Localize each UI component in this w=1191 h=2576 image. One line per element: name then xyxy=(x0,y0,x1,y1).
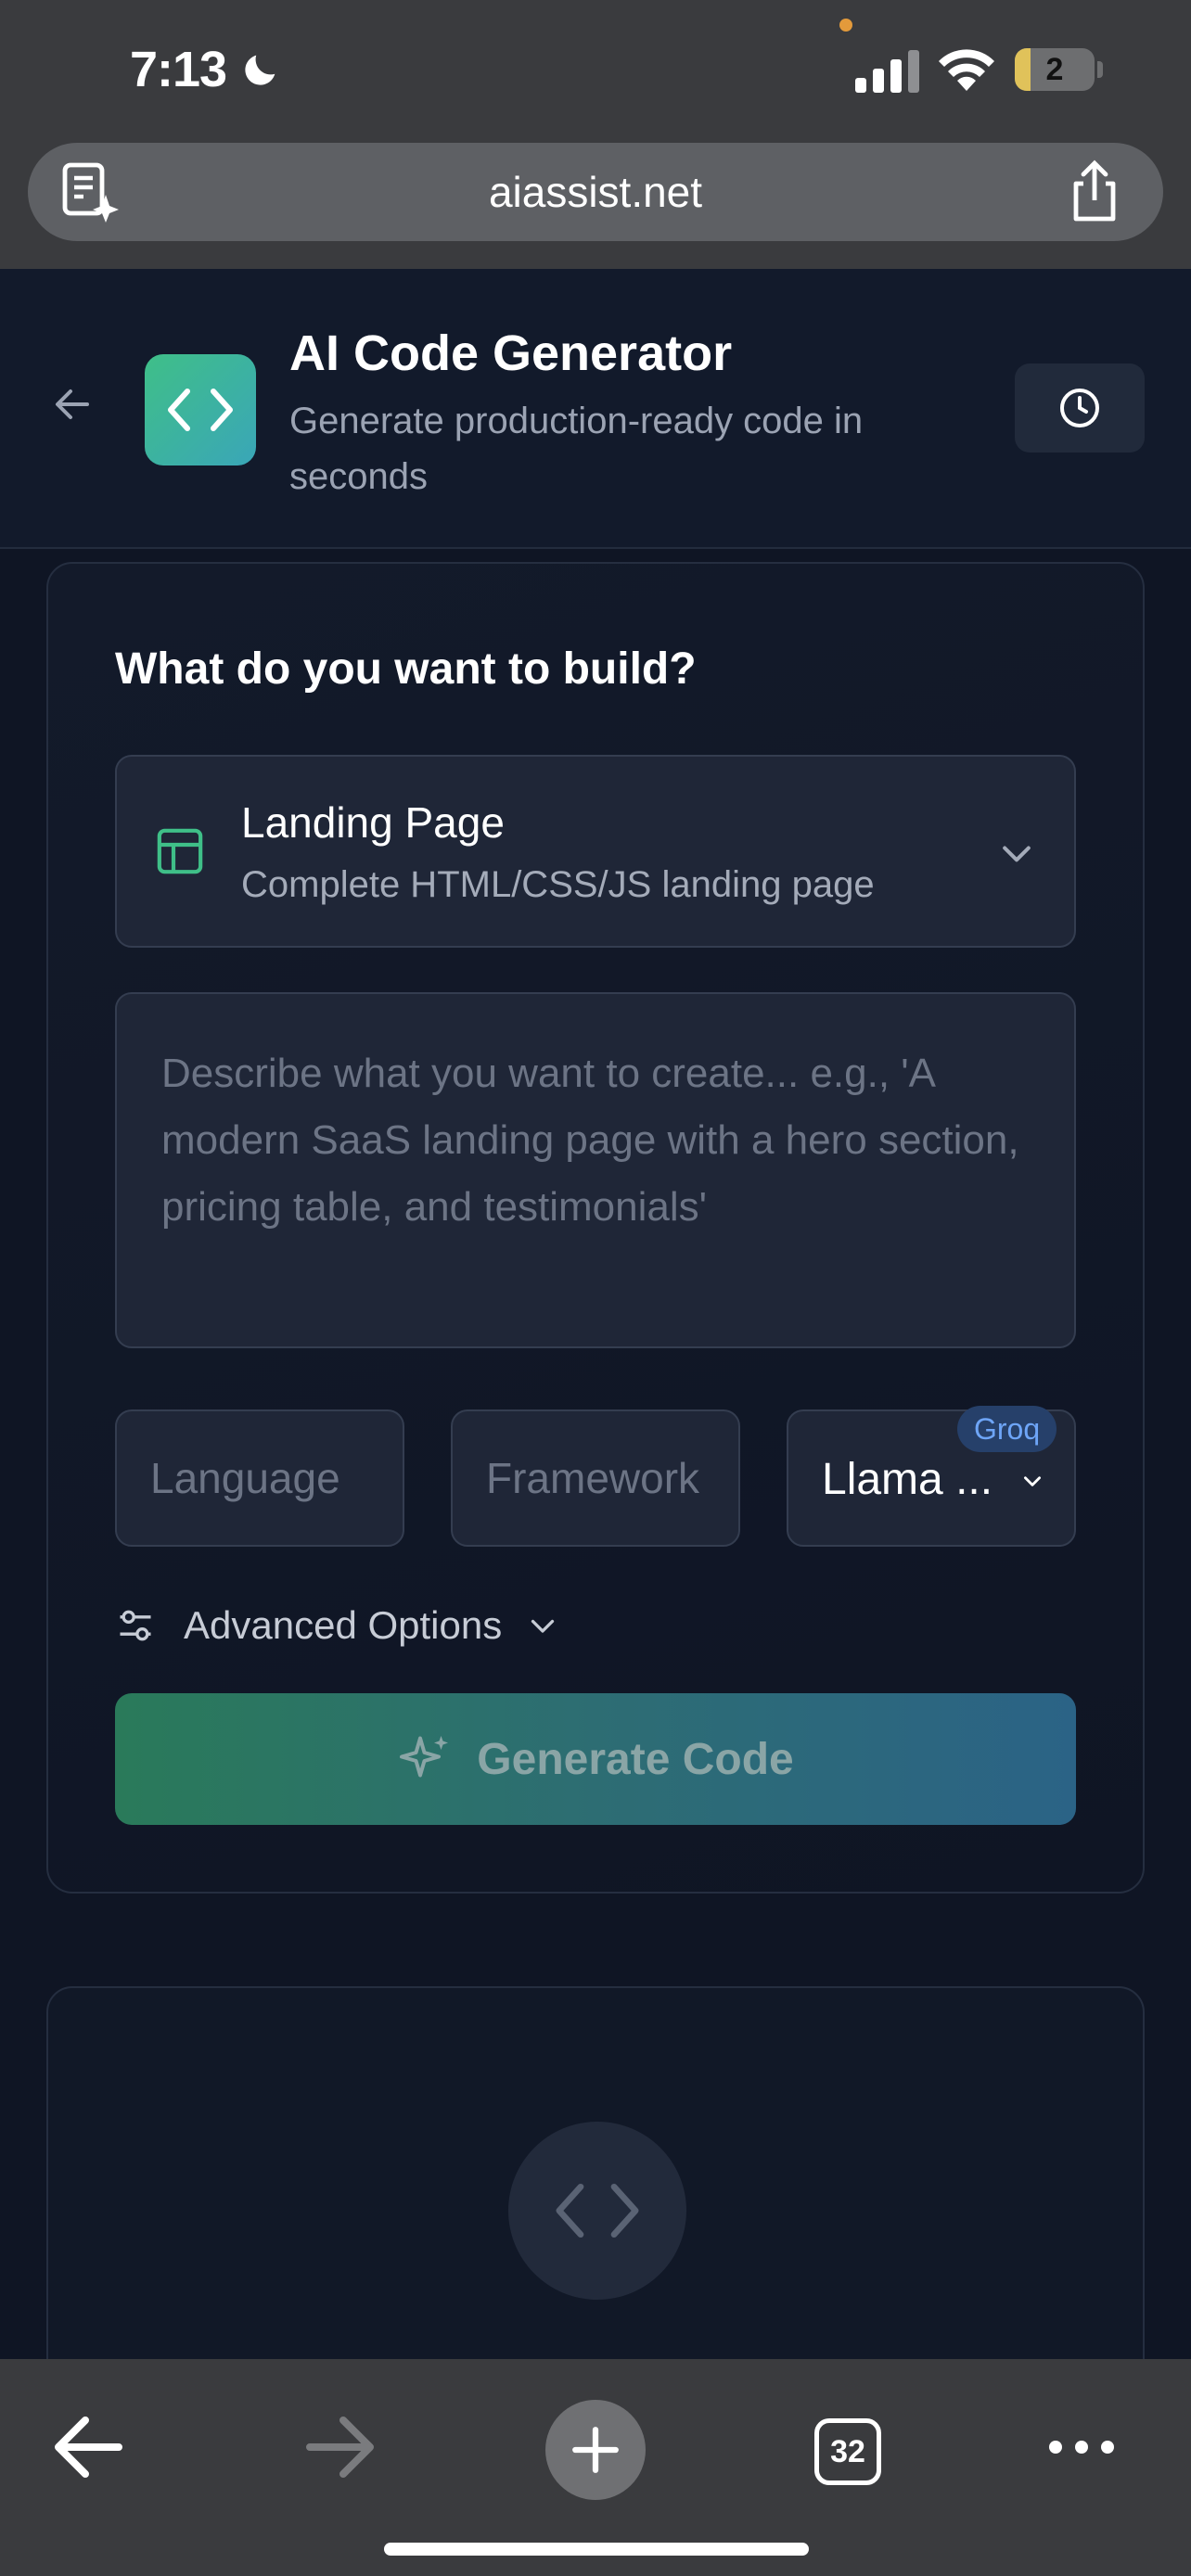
browser-forward-icon xyxy=(306,2417,374,2478)
generator-form-card: What do you want to build? Landing Page … xyxy=(46,562,1145,1894)
battery-tip xyxy=(1097,61,1103,78)
project-type-label: Landing Page xyxy=(241,798,505,847)
form-heading: What do you want to build? xyxy=(115,644,697,694)
more-options-icon[interactable] xyxy=(1046,2433,1117,2461)
sliders-icon xyxy=(120,1610,151,1641)
empty-state-icon-circle xyxy=(508,2122,686,2300)
home-indicator xyxy=(384,2543,809,2556)
chevron-down-icon xyxy=(531,1619,555,1633)
project-type-select[interactable]: Landing Page Complete HTML/CSS/JS landin… xyxy=(115,755,1076,948)
back-arrow-icon[interactable] xyxy=(50,382,95,427)
page-subtitle: Generate production-ready code in second… xyxy=(289,401,864,497)
wifi-icon xyxy=(939,49,994,91)
prompt-input[interactable] xyxy=(115,992,1076,1348)
battery-label: 2 xyxy=(1045,51,1064,87)
cellular-signal-icon xyxy=(855,50,919,93)
tab-overview-button[interactable]: 32 xyxy=(814,2418,881,2485)
plus-icon xyxy=(572,2427,619,2473)
language-input[interactable] xyxy=(115,1409,404,1547)
url-text[interactable]: aiassist.net xyxy=(28,143,1163,241)
framework-input[interactable] xyxy=(451,1409,740,1547)
chevron-down-icon xyxy=(1003,846,1031,862)
advanced-options-label: Advanced Options xyxy=(184,1603,503,1647)
new-tab-button[interactable] xyxy=(545,2400,646,2500)
model-select[interactable]: Groq Llama ... xyxy=(787,1406,1076,1547)
chevron-down-icon xyxy=(1024,1476,1041,1486)
app-header: AI Code Generator Generate production-re… xyxy=(0,269,1191,549)
generate-code-button[interactable]: Generate Code xyxy=(115,1693,1076,1825)
battery-indicator: 2 xyxy=(1015,48,1095,91)
browser-back-icon[interactable] xyxy=(54,2417,122,2478)
share-icon[interactable] xyxy=(1067,159,1122,224)
layout-icon xyxy=(157,828,203,874)
provider-badge: Groq xyxy=(957,1406,1057,1452)
app-logo xyxy=(145,354,256,465)
code-brackets-icon xyxy=(556,2183,639,2238)
browser-bottom-toolbar: 32 xyxy=(0,2359,1191,2576)
advanced-options-toggle[interactable]: Advanced Options xyxy=(115,1593,559,1658)
clock-icon xyxy=(1060,389,1099,427)
moon-icon xyxy=(245,55,275,85)
status-time: 7:13 xyxy=(130,42,227,97)
history-button[interactable] xyxy=(1015,363,1145,453)
privacy-indicator-dot xyxy=(839,19,852,32)
page-title: AI Code Generator xyxy=(289,325,733,381)
code-brackets-icon xyxy=(168,389,233,431)
model-value: Llama ... xyxy=(822,1455,993,1504)
sparkle-icon xyxy=(400,1736,449,1778)
generate-code-label: Generate Code xyxy=(477,1734,794,1784)
url-bar[interactable]: aiassist.net xyxy=(28,143,1163,241)
browser-top-chrome: 7:13 2 aiassist.net xyxy=(0,0,1191,269)
project-type-description: Complete HTML/CSS/JS landing page xyxy=(241,864,875,905)
